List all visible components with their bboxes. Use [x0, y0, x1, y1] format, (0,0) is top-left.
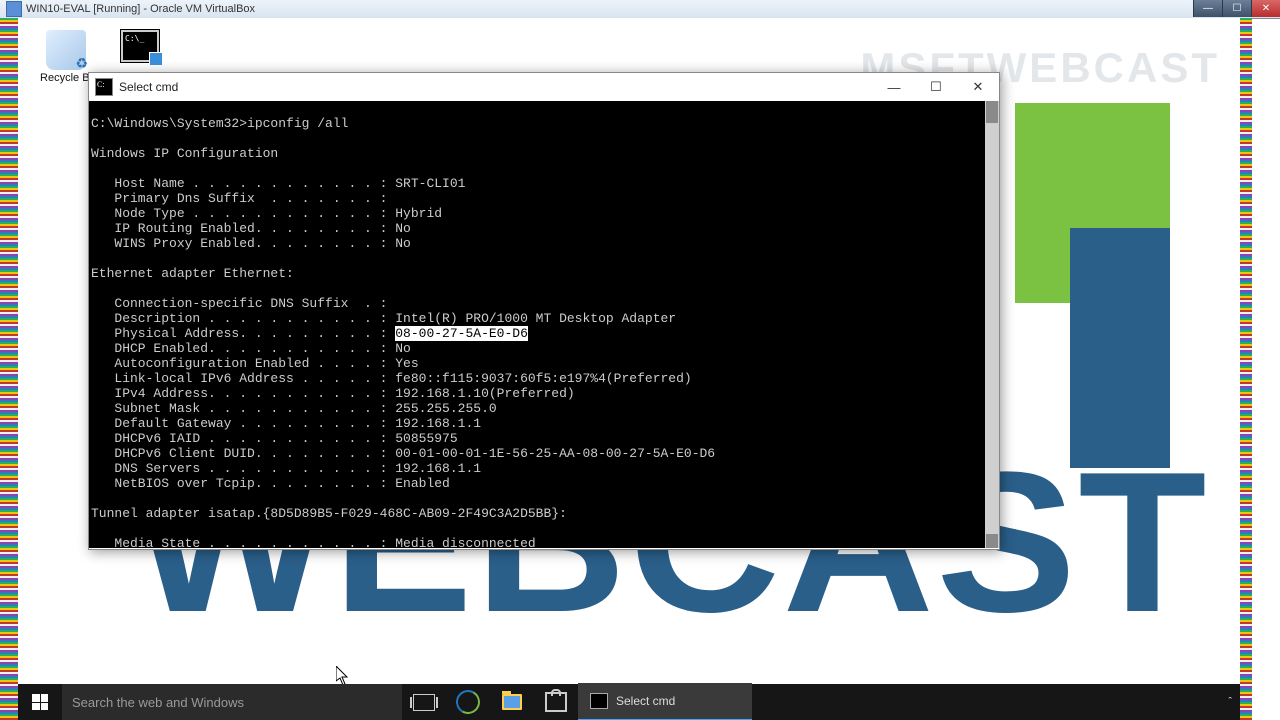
out-dns-servers: DNS Servers . . . . . . . . . . . : 192.…: [91, 461, 481, 476]
out-media-state: Media State . . . . . . . . . . . : Medi…: [91, 536, 536, 548]
virtualbox-title: WIN10-EVAL [Running] - Oracle VM Virtual…: [26, 3, 255, 15]
guest-desktop[interactable]: MSFTWEBCAST WEBCAST Recycle Bi Select cm…: [18, 18, 1240, 720]
recycle-bin-icon[interactable]: Recycle Bi: [36, 30, 96, 84]
taskbar-task-label: Select cmd: [616, 694, 675, 708]
edge-button[interactable]: [446, 684, 490, 720]
task-view-button[interactable]: [402, 684, 446, 720]
cmd-title-text: Select cmd: [119, 80, 178, 94]
cmd-window[interactable]: Select cmd — ☐ ✕ C:\Windows\System32>ipc…: [88, 72, 1000, 550]
out-iaid: DHCPv6 IAID . . . . . . . . . . . : 5085…: [91, 431, 458, 446]
out-eth-header: Ethernet adapter Ethernet:: [91, 266, 294, 281]
cmd-shortcut-icon[interactable]: [110, 30, 170, 64]
virtualbox-titlebar[interactable]: WIN10-EVAL [Running] - Oracle VM Virtual…: [0, 0, 1280, 19]
cmd-close-button[interactable]: ✕: [957, 73, 999, 101]
out-conn-suffix: Connection-specific DNS Suffix . :: [91, 296, 387, 311]
out-netbios: NetBIOS over Tcpip. . . . . . . . : Enab…: [91, 476, 450, 491]
cmd-title-icon: [95, 78, 113, 96]
out-ipv4: IPv4 Address. . . . . . . . . . . : 192.…: [91, 386, 575, 401]
cmd-output-area[interactable]: C:\Windows\System32>ipconfig /all Window…: [89, 101, 999, 548]
search-box[interactable]: Search the web and Windows: [62, 684, 402, 720]
out-subnet: Subnet Mask . . . . . . . . . . . : 255.…: [91, 401, 497, 416]
out-duid: DHCPv6 Client DUID. . . . . . . . : 00-0…: [91, 446, 715, 461]
recycle-bin-label: Recycle Bi: [36, 72, 96, 84]
out-ip-routing: IP Routing Enabled. . . . . . . . : No: [91, 221, 411, 236]
tray-chevron-icon[interactable]: ˆ: [1228, 696, 1232, 708]
task-view-icon: [413, 694, 435, 711]
cmd-scrollbar-down[interactable]: [986, 534, 998, 548]
out-wins-proxy: WINS Proxy Enabled. . . . . . . . : No: [91, 236, 411, 251]
out-dhcp-enabled: DHCP Enabled. . . . . . . . . . . : No: [91, 341, 411, 356]
out-tunnel-header: Tunnel adapter isatap.{8D5D89B5-F029-468…: [91, 506, 567, 521]
taskbar: Search the web and Windows Select cmd ˆ: [18, 684, 1240, 720]
store-icon: [545, 692, 567, 712]
vb-close-button[interactable]: ✕: [1251, 0, 1280, 17]
out-autoconf: Autoconfiguration Enabled . . . . : Yes: [91, 356, 419, 371]
store-button[interactable]: [534, 684, 578, 720]
taskbar-task-icon: [590, 693, 608, 709]
out-phys-addr-label: Physical Address. . . . . . . . . :: [91, 326, 395, 341]
start-button[interactable]: [18, 684, 62, 720]
out-gateway: Default Gateway . . . . . . . . . : 192.…: [91, 416, 481, 431]
out-header: Windows IP Configuration: [91, 146, 278, 161]
system-tray[interactable]: ˆ: [1228, 696, 1240, 708]
edge-icon: [453, 687, 482, 716]
mouse-cursor-icon: [336, 666, 350, 686]
windows-logo-icon: [32, 694, 48, 710]
cmd-command: ipconfig /all: [247, 116, 348, 131]
folder-icon: [502, 694, 522, 710]
cmd-shortcut-glyph: [121, 30, 159, 62]
cmd-maximize-button[interactable]: ☐: [915, 73, 957, 101]
out-node-type: Node Type . . . . . . . . . . . . : Hybr…: [91, 206, 442, 221]
cmd-scrollbar-thumb[interactable]: [986, 101, 998, 123]
cmd-titlebar[interactable]: Select cmd — ☐ ✕: [89, 73, 999, 101]
cmd-prompt: C:\Windows\System32>: [91, 116, 247, 131]
right-color-stripes: [1240, 18, 1252, 720]
file-explorer-button[interactable]: [490, 684, 534, 720]
cmd-minimize-button[interactable]: —: [873, 73, 915, 101]
search-placeholder: Search the web and Windows: [72, 695, 244, 710]
out-phys-addr-value: 08-00-27-5A-E0-D6: [395, 326, 528, 341]
out-primary-dns: Primary Dns Suffix . . . . . . . :: [91, 191, 387, 206]
out-hostname: Host Name . . . . . . . . . . . . : SRT-…: [91, 176, 465, 191]
left-color-stripes: [0, 18, 18, 720]
taskbar-task-cmd[interactable]: Select cmd: [578, 683, 752, 720]
vb-maximize-button[interactable]: ☐: [1222, 0, 1251, 17]
vb-minimize-button[interactable]: —: [1193, 0, 1222, 17]
recycle-bin-glyph: [46, 30, 86, 70]
out-link-local: Link-local IPv6 Address . . . . . : fe80…: [91, 371, 692, 386]
cmd-scrollbar[interactable]: [985, 101, 999, 548]
virtualbox-icon: [6, 1, 22, 17]
out-description: Description . . . . . . . . . . . : Inte…: [91, 311, 676, 326]
